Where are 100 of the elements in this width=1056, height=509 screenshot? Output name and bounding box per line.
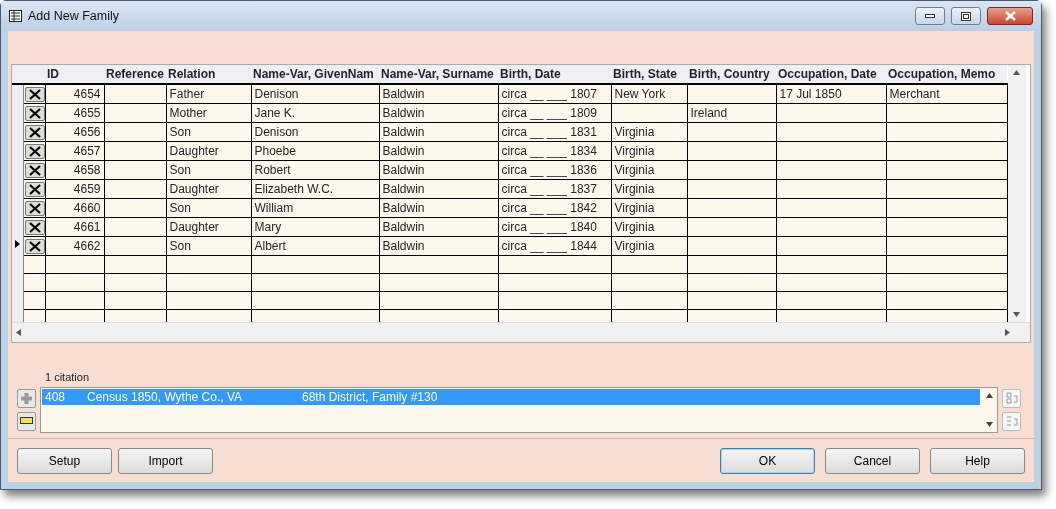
table-cell: 4655 (73, 106, 101, 120)
table-cell: 4661 (73, 220, 101, 234)
delete-row-button[interactable] (24, 200, 44, 216)
table-cell: Son (169, 163, 191, 177)
dialog-button[interactable]: Cancel (825, 447, 920, 474)
delete-icon (28, 183, 41, 195)
table-cell: Mary (254, 220, 282, 234)
citation-source: Census 1850, Wythe Co., VA (87, 388, 244, 406)
table-cell: circa __ ___ 1807 (501, 87, 597, 101)
table-cell: 4654 (73, 87, 101, 101)
dialog-button[interactable]: Import (118, 447, 213, 474)
scroll-down-icon[interactable] (985, 421, 993, 427)
scroll-up-icon[interactable] (985, 392, 993, 398)
table-cell: Virginia (614, 239, 655, 253)
table-cell: Baldwin (382, 239, 425, 253)
delete-row-button[interactable] (24, 162, 44, 178)
table-cell: Baldwin (382, 144, 425, 158)
close-button[interactable] (987, 7, 1033, 25)
table-cell: Albert (254, 239, 286, 253)
table-cell: Baldwin (382, 106, 425, 120)
table-cell: circa __ ___ 1836 (501, 163, 597, 177)
window-title: Add New Family (28, 7, 120, 25)
delete-row-button[interactable] (24, 181, 44, 197)
table-cell: Son (169, 125, 191, 139)
table-cell: 4660 (73, 201, 101, 215)
horizontal-scrollbar[interactable] (12, 322, 1030, 342)
citation-detail: 68th District, Family #130 (302, 388, 438, 406)
table-cell: Denison (254, 87, 299, 101)
table-cell: 4656 (73, 125, 101, 139)
table-cell: circa __ ___ 1837 (501, 182, 597, 196)
table-cell: Baldwin (382, 125, 425, 139)
minimize-button[interactable] (915, 7, 945, 25)
delete-icon (28, 221, 41, 233)
table-cell: Denison (254, 125, 299, 139)
minimize-icon (925, 14, 935, 18)
delete-icon (28, 107, 41, 119)
citation-number: 408 (45, 388, 67, 406)
table-cell: Ireland (690, 106, 728, 120)
table-cell: Son (169, 239, 191, 253)
table-cell: circa __ ___ 1831 (501, 125, 597, 139)
table-cell: circa __ ___ 1840 (501, 220, 597, 234)
table-cell: Virginia (614, 125, 655, 139)
table-cell: William (254, 201, 294, 215)
table-cell: Phoebe (254, 144, 296, 158)
dialog-button[interactable]: OK (720, 447, 815, 474)
table-cell: Daughter (169, 182, 219, 196)
delete-row-button[interactable] (24, 86, 44, 102)
table-cell: 4657 (73, 144, 101, 158)
table-cell: Jane K. (254, 106, 296, 120)
delete-row-button[interactable] (24, 124, 44, 140)
citation-count: 1 citation (45, 370, 91, 385)
delete-row-button[interactable] (24, 219, 44, 235)
table-cell: Virginia (614, 144, 655, 158)
window-icon (9, 10, 22, 22)
scroll-up-icon[interactable] (1013, 70, 1020, 75)
table-cell: Elizabeth W.C. (254, 182, 334, 196)
delete-icon (28, 164, 41, 176)
delete-row-button[interactable] (24, 238, 44, 254)
table-cell: Virginia (614, 182, 655, 196)
maximize-button[interactable] (951, 7, 981, 25)
table-cell: Baldwin (382, 163, 425, 177)
delete-row-button[interactable] (24, 105, 44, 121)
table-cell: circa __ ___ 1809 (501, 106, 597, 120)
table-cell: New York (614, 87, 666, 101)
close-icon (1004, 11, 1016, 21)
delete-icon (28, 240, 41, 252)
delete-row-button[interactable] (24, 143, 44, 159)
delete-icon (28, 202, 41, 214)
table-cell: Baldwin (382, 182, 425, 196)
table-cell: Baldwin (382, 87, 425, 101)
table-cell: 4662 (73, 239, 101, 253)
table-cell: Baldwin (382, 220, 425, 234)
delete-icon (28, 88, 41, 100)
scroll-left-icon[interactable] (16, 329, 21, 336)
table-cell: Mother (169, 106, 207, 120)
table-cell: Daughter (169, 144, 219, 158)
delete-icon (28, 145, 41, 157)
table-cell: circa __ ___ 1834 (501, 144, 597, 158)
table-cell: 4659 (73, 182, 101, 196)
maximize-icon (961, 11, 971, 21)
table-cell: circa __ ___ 1844 (501, 239, 597, 253)
table-cell: Daughter (169, 220, 219, 234)
table-cell: Baldwin (382, 201, 425, 215)
table-cell: Virginia (614, 163, 655, 177)
minus-icon (20, 417, 33, 425)
vertical-scrollbar[interactable] (1007, 65, 1026, 322)
remove-citation-button[interactable] (17, 411, 36, 431)
table-cell: Son (169, 201, 191, 215)
scroll-down-icon[interactable] (1013, 312, 1020, 317)
dialog-button[interactable]: Help (930, 447, 1025, 474)
delete-icon (28, 126, 41, 138)
list-icon (1004, 414, 1019, 428)
dialog-button[interactable]: Setup (17, 447, 112, 474)
scroll-right-icon[interactable] (1005, 329, 1010, 336)
table-cell: Virginia (614, 220, 655, 234)
table-cell: Robert (254, 163, 291, 177)
plus-icon (20, 391, 33, 405)
table-cell: Virginia (614, 201, 655, 215)
column-header[interactable]: ID (47, 67, 59, 81)
table-cell: circa __ ___ 1842 (501, 201, 597, 215)
